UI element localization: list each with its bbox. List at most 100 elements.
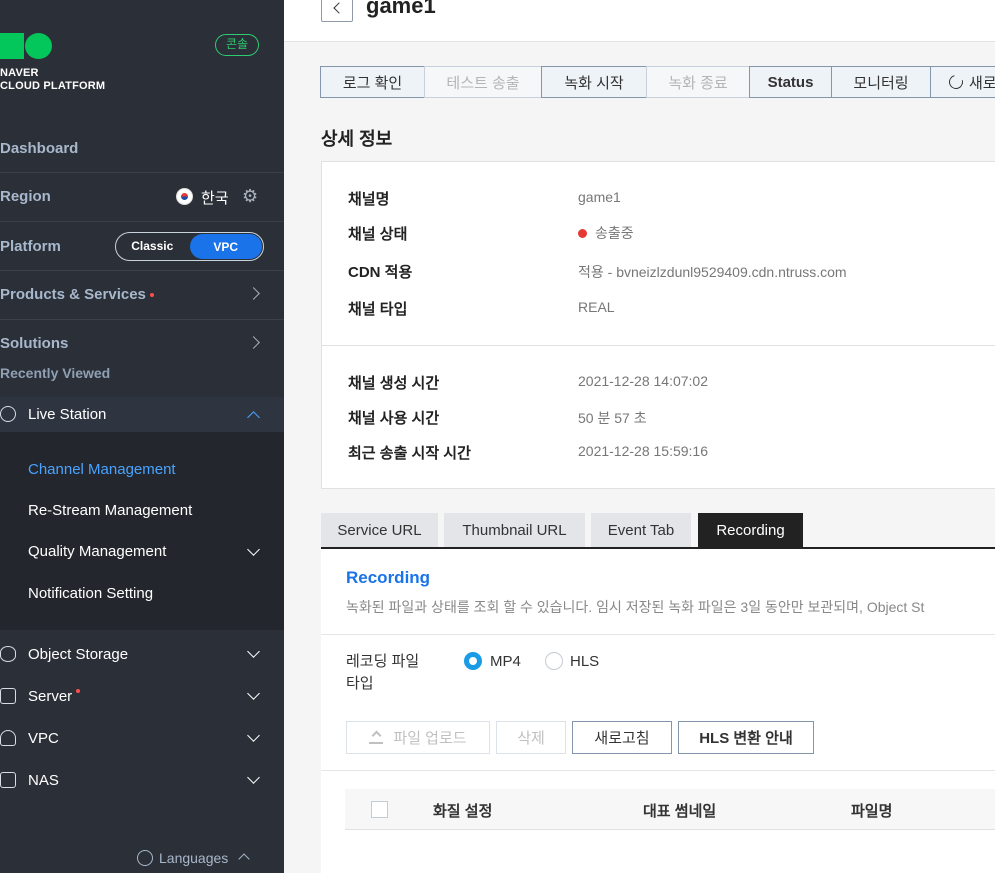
file-upload-button[interactable]: 파일 업로드	[346, 721, 490, 754]
select-all-checkbox[interactable]	[371, 801, 388, 818]
gear-icon[interactable]: ⚙	[242, 187, 258, 205]
live-station-icon	[0, 406, 16, 422]
channel-toolbar: 로그 확인 테스트 송출 녹화 시작 녹화 종료 Status 모니터링 새로	[320, 66, 995, 98]
platform-option-classic[interactable]: Classic	[116, 233, 189, 260]
tab-service-url[interactable]: Service URL	[321, 513, 438, 547]
nav-dashboard-label: Dashboard	[0, 139, 79, 157]
service-vpc[interactable]: VPC	[0, 718, 284, 758]
globe-icon	[137, 849, 153, 866]
solutions-label: Solutions	[0, 334, 69, 352]
tab-thumbnail-url[interactable]: Thumbnail URL	[444, 513, 585, 547]
detail-value: REAL	[578, 299, 615, 315]
radio-mp4[interactable]	[464, 652, 482, 670]
region-value[interactable]: 한국	[201, 187, 229, 208]
live-station-header[interactable]: Live Station	[0, 397, 284, 432]
log-check-button[interactable]: 로그 확인	[320, 66, 425, 98]
detail-card: 채널명 game1 채널 상태 송출중 CDN 적용 적용 - bvneizlz…	[321, 161, 995, 489]
start-recording-button[interactable]: 녹화 시작	[541, 66, 647, 98]
radio-hls[interactable]	[545, 652, 563, 670]
recording-table-header: 화질 설정 대표 썸네일 파일명	[345, 789, 995, 830]
recently-viewed-label: Recently Viewed	[0, 365, 111, 381]
channel-status-value: 송출중	[578, 223, 634, 243]
platform-toggle[interactable]: Classic VPC	[115, 232, 264, 261]
back-button[interactable]	[321, 0, 353, 22]
products-services-label: Products & Services	[0, 285, 146, 303]
column-thumbnail[interactable]: 대표 썸네일	[643, 800, 716, 821]
nas-icon	[0, 772, 16, 788]
submenu-restream-management[interactable]: Re-Stream Management	[28, 502, 192, 519]
reload-button[interactable]: 새로고침	[572, 721, 672, 754]
submenu-notification-setting[interactable]: Notification Setting	[28, 585, 153, 602]
chevron-down-icon	[247, 645, 260, 658]
refresh-button[interactable]: 새로	[930, 66, 995, 98]
page-header: game1	[284, 0, 995, 42]
languages-label: Languages	[159, 850, 229, 866]
chevron-down-icon	[247, 771, 260, 784]
detail-label: 최근 송출 시작 시간	[348, 445, 471, 462]
platform-label: Platform	[0, 237, 61, 255]
korea-flag-icon	[176, 188, 193, 205]
detail-tabs: Service URL Thumbnail URL Event Tab Reco…	[321, 513, 995, 549]
nav-products-services[interactable]: Products & Services	[0, 282, 284, 306]
tab-event-tab[interactable]: Event Tab	[591, 513, 691, 547]
sidebar: NAVER CLOUD PLATFORM 콘솔 Dashboard Region…	[0, 0, 284, 873]
divider	[321, 634, 995, 635]
recording-description: 녹화된 파일과 상태를 조회 할 수 있습니다. 임시 저장된 녹화 파일은 3…	[346, 599, 925, 615]
detail-label: 채널 타입	[348, 301, 408, 318]
status-button[interactable]: Status	[749, 66, 832, 98]
column-filename[interactable]: 파일명	[851, 800, 892, 821]
divider	[321, 770, 995, 771]
submenu-channel-management[interactable]: Channel Management	[28, 461, 176, 478]
refresh-label: 새로	[969, 74, 995, 92]
new-indicator	[149, 292, 154, 297]
service-nas-label: NAS	[28, 771, 59, 789]
detail-label: 채널 상태	[348, 226, 408, 243]
delete-button[interactable]: 삭제	[496, 721, 566, 754]
service-vpc-label: VPC	[28, 729, 59, 747]
detail-value: 2021-12-28 15:59:16	[578, 443, 708, 459]
service-object-storage[interactable]: Object Storage	[0, 634, 284, 674]
detail-label: 채널 사용 시간	[348, 410, 440, 427]
logo-text: NAVER CLOUD PLATFORM	[0, 67, 106, 92]
chevron-up-icon	[247, 411, 260, 424]
new-indicator	[76, 688, 81, 693]
radio-mp4-label[interactable]: MP4	[490, 653, 521, 670]
recording-panel: Recording 녹화된 파일과 상태를 조회 할 수 있습니다. 임시 저장…	[321, 549, 995, 873]
nav-dashboard[interactable]: Dashboard	[0, 136, 284, 160]
detail-label: 채널명	[348, 191, 390, 208]
chevron-right-icon	[247, 336, 260, 349]
file-type-label: 레코딩 파일 타입	[346, 653, 420, 692]
column-quality-setting[interactable]: 화질 설정	[433, 800, 492, 821]
naver-cloud-logo[interactable]	[0, 33, 52, 59]
region-label: Region	[0, 187, 51, 205]
languages-button[interactable]: Languages	[137, 849, 250, 866]
chevron-down-icon	[247, 687, 260, 700]
hls-conversion-guide-button[interactable]: HLS 변환 안내	[678, 721, 814, 754]
detail-value: game1	[578, 189, 621, 205]
chevron-up-icon	[238, 853, 250, 865]
test-broadcast-button[interactable]: 테스트 송출	[424, 66, 542, 98]
service-server[interactable]: Server	[0, 676, 284, 716]
stop-recording-button[interactable]: 녹화 종료	[646, 66, 750, 98]
database-icon	[0, 646, 16, 662]
status-dot-icon	[578, 228, 587, 238]
service-nas[interactable]: NAS	[0, 760, 284, 800]
detail-value: 적용 - bvneizlzdunl9529409.cdn.ntruss.com	[578, 264, 847, 280]
platform-option-vpc[interactable]: VPC	[189, 234, 262, 259]
live-station-label: Live Station	[28, 406, 107, 423]
recently-viewed-heading: Recently Viewed	[0, 364, 284, 382]
detail-value: 50 분 57 초	[578, 410, 647, 426]
tab-recording[interactable]: Recording	[698, 513, 803, 547]
nav-solutions[interactable]: Solutions	[0, 331, 284, 355]
server-icon	[0, 688, 16, 704]
detail-section-title: 상세 정보	[321, 129, 393, 149]
submenu-quality-management[interactable]: Quality Management	[28, 543, 166, 560]
console-badge[interactable]: 콘솔	[215, 34, 259, 56]
chevron-down-icon	[247, 729, 260, 742]
radio-hls-label[interactable]: HLS	[570, 653, 599, 670]
monitoring-button[interactable]: 모니터링	[831, 66, 931, 98]
detail-label: 채널 생성 시간	[348, 375, 440, 392]
service-server-label: Server	[28, 688, 81, 705]
upload-icon	[369, 732, 384, 744]
detail-value: 2021-12-28 14:07:02	[578, 373, 708, 389]
